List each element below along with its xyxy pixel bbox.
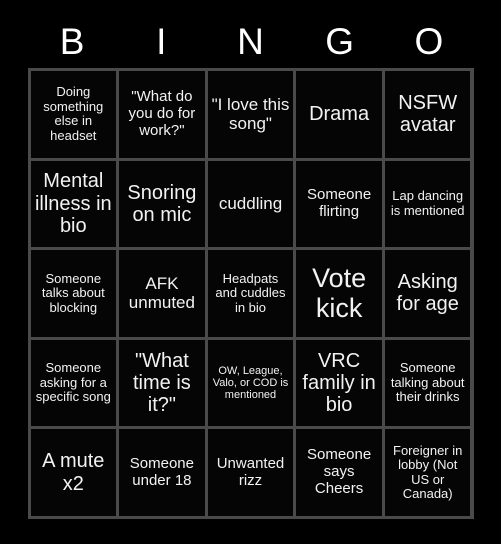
bingo-cell-r5c1[interactable]: A mute x2: [30, 429, 117, 516]
bingo-header: BINGO: [28, 14, 474, 68]
bingo-cell-r5c2[interactable]: Someone under 18: [119, 429, 205, 516]
bingo-cell-r4c4[interactable]: VRC family in bio: [296, 339, 382, 427]
bingo-cell-r4c3[interactable]: OW, League, Valo, or COD is mentioned: [207, 339, 294, 427]
bingo-header-letter-g: G: [325, 20, 355, 62]
bingo-cell-r2c1[interactable]: Mental illness in bio: [30, 160, 117, 248]
bingo-cell-r5c4[interactable]: Someone says Cheers: [296, 429, 382, 516]
bingo-header-letter-o: O: [414, 20, 444, 62]
bingo-cell-r1c1[interactable]: Doing something else in headset: [30, 71, 117, 158]
bingo-header-letter-i: I: [156, 20, 167, 62]
bingo-cell-r3c5[interactable]: Asking for age: [384, 250, 471, 337]
bingo-cell-r1c2[interactable]: "What do you do for work?": [119, 71, 205, 158]
bingo-cell-r5c3[interactable]: Unwanted rizz: [207, 429, 294, 516]
bingo-cell-r1c5[interactable]: NSFW avatar: [384, 71, 471, 158]
bingo-cell-r4c2[interactable]: "What time is it?": [119, 339, 205, 427]
bingo-cell-r3c2[interactable]: AFK unmuted: [119, 250, 205, 337]
bingo-cell-r3c4[interactable]: Vote kick: [296, 250, 382, 337]
bingo-cell-r3c3[interactable]: Headpats and cuddles in bio: [207, 250, 294, 337]
bingo-cell-r2c2[interactable]: Snoring on mic: [119, 160, 205, 248]
bingo-header-letter-b: B: [59, 20, 85, 62]
bingo-grid: Doing something else in headset "What do …: [27, 68, 474, 519]
bingo-cell-r2c4[interactable]: Someone flirting: [296, 160, 382, 248]
bingo-cell-r1c4[interactable]: Drama: [296, 71, 382, 158]
bingo-cell-r2c3[interactable]: cuddling: [207, 160, 294, 248]
bingo-cell-r4c5[interactable]: Someone talking about their drinks: [384, 339, 471, 427]
bingo-header-letter-n: N: [237, 20, 264, 62]
bingo-cell-r1c3[interactable]: "I love this song": [207, 71, 294, 158]
bingo-cell-r2c5[interactable]: Lap dancing is mentioned: [384, 160, 471, 248]
bingo-cell-r4c1[interactable]: Someone asking for a specific song: [30, 339, 117, 427]
bingo-cell-r3c1[interactable]: Someone talks about blocking: [30, 250, 117, 337]
bingo-cell-r5c5[interactable]: Foreigner in lobby (Not US or Canada): [384, 429, 471, 516]
